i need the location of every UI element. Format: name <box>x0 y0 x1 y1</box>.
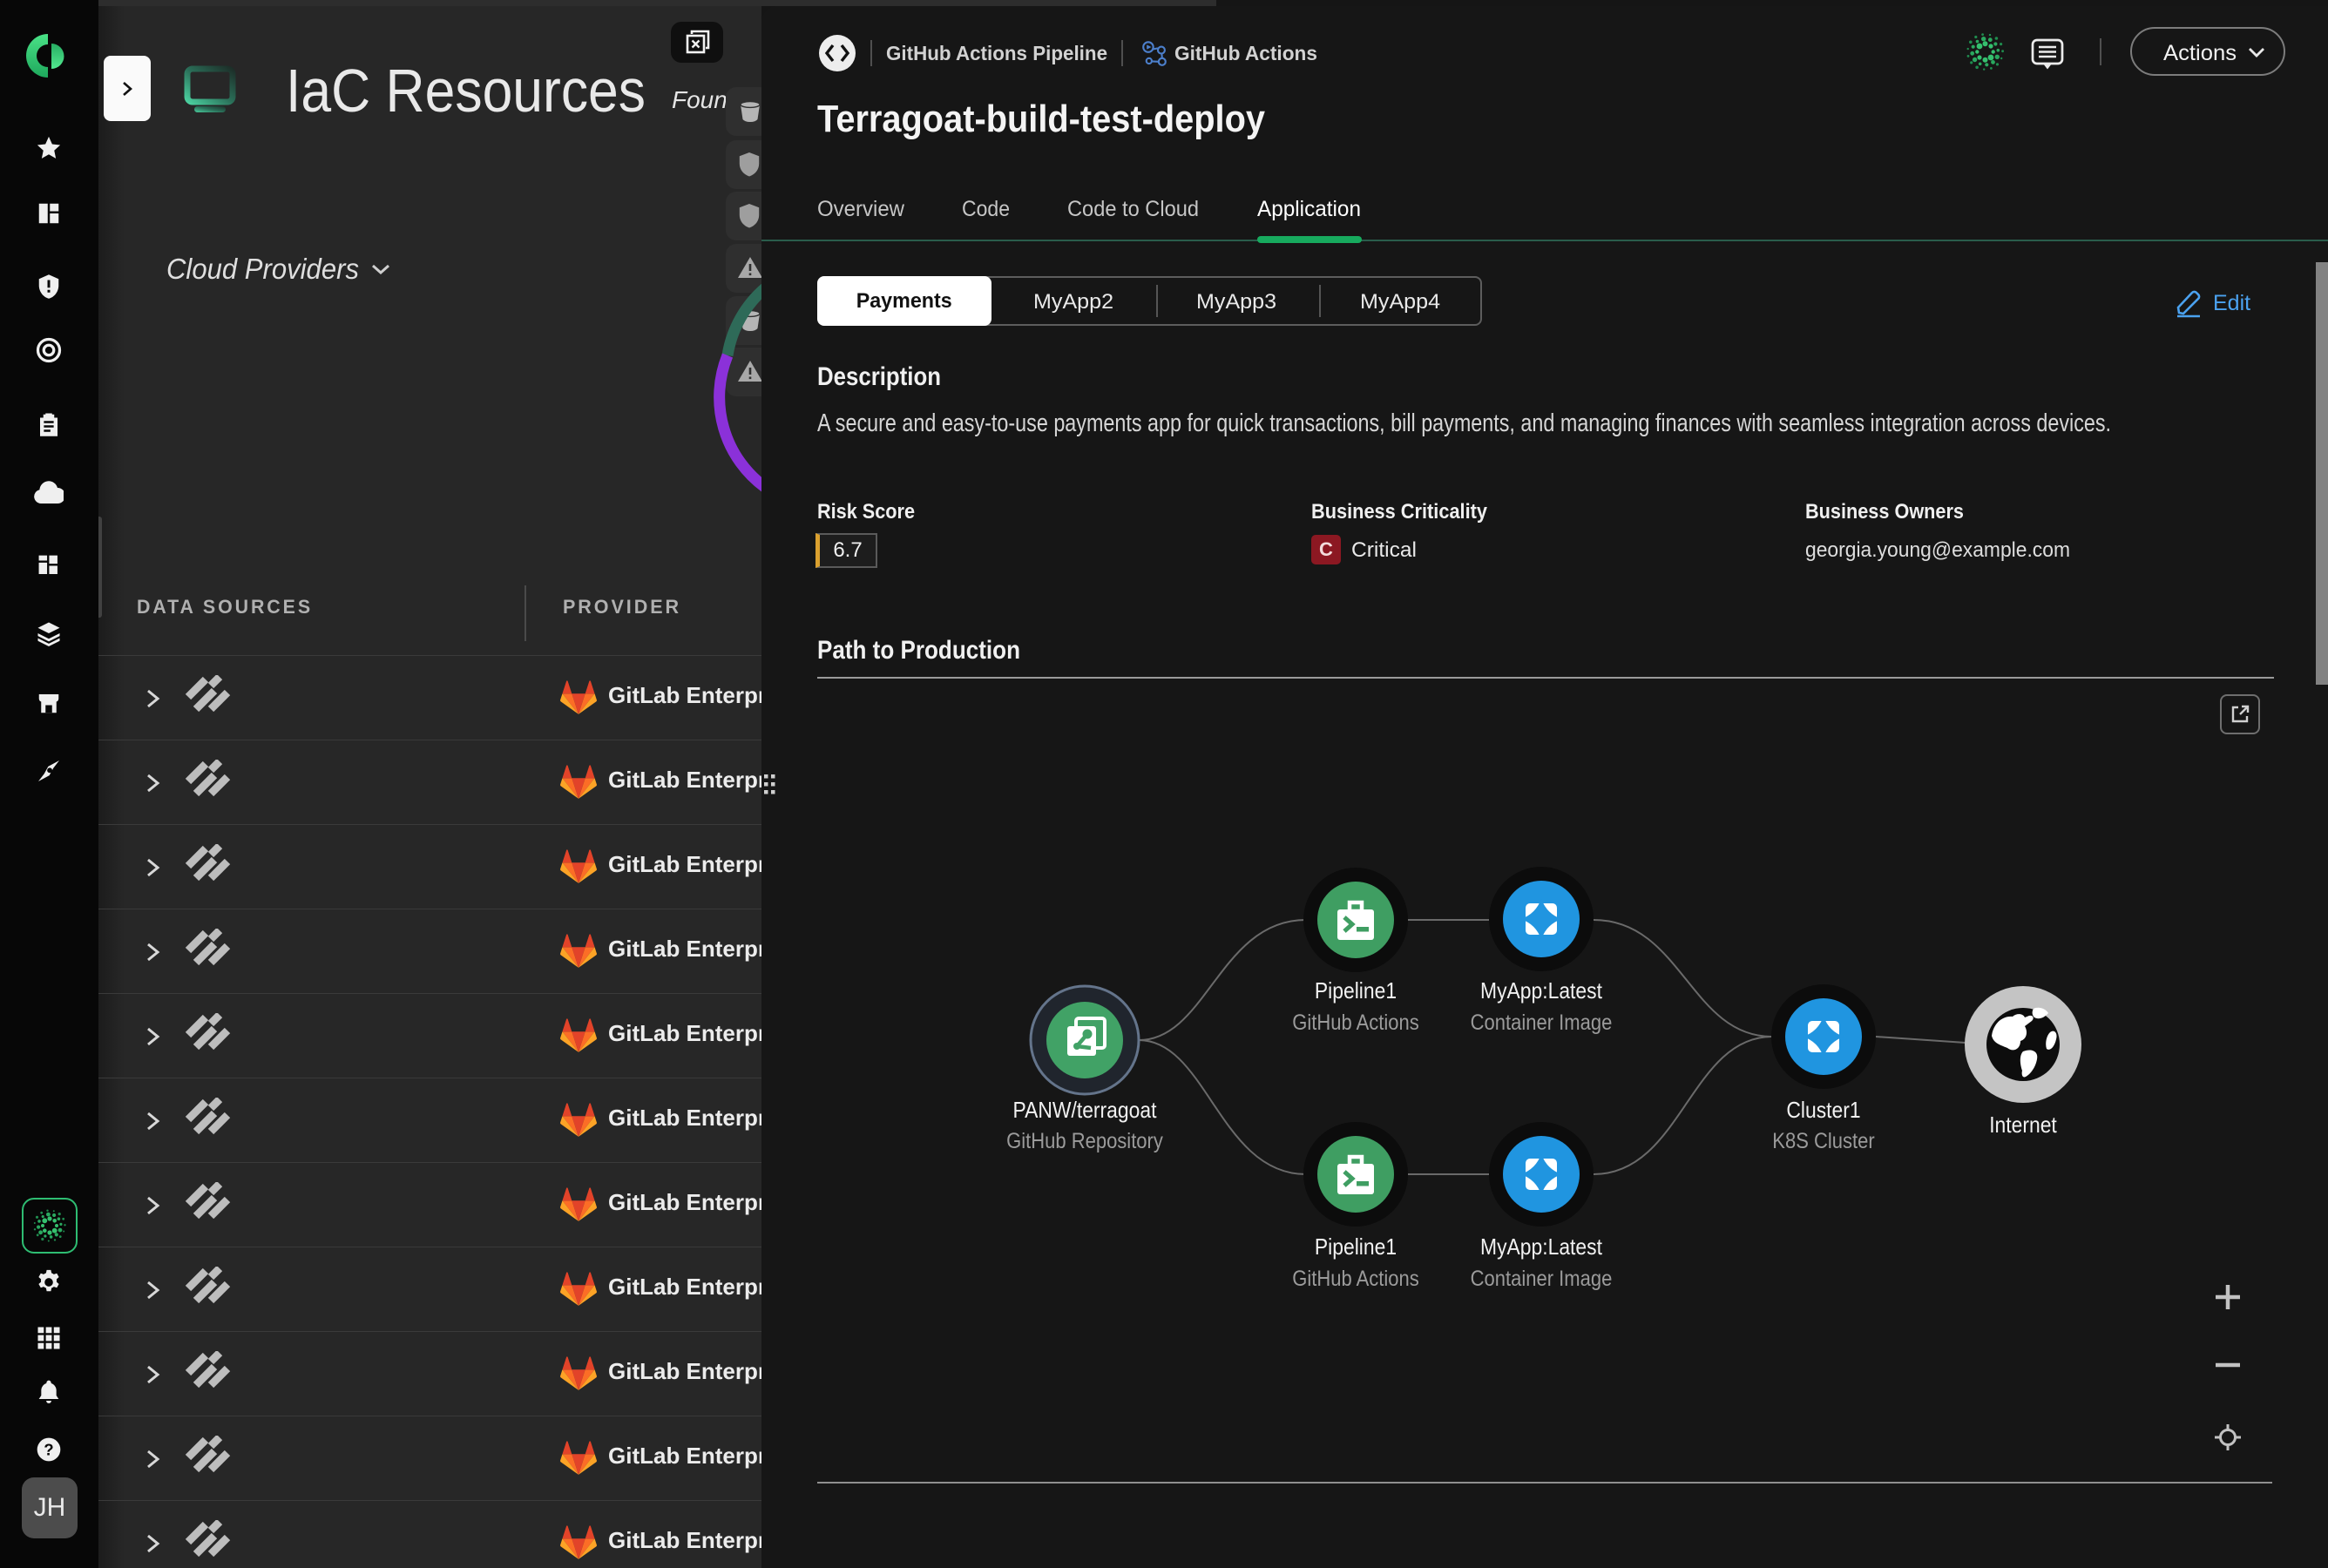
svg-text:?: ? <box>44 1441 53 1459</box>
